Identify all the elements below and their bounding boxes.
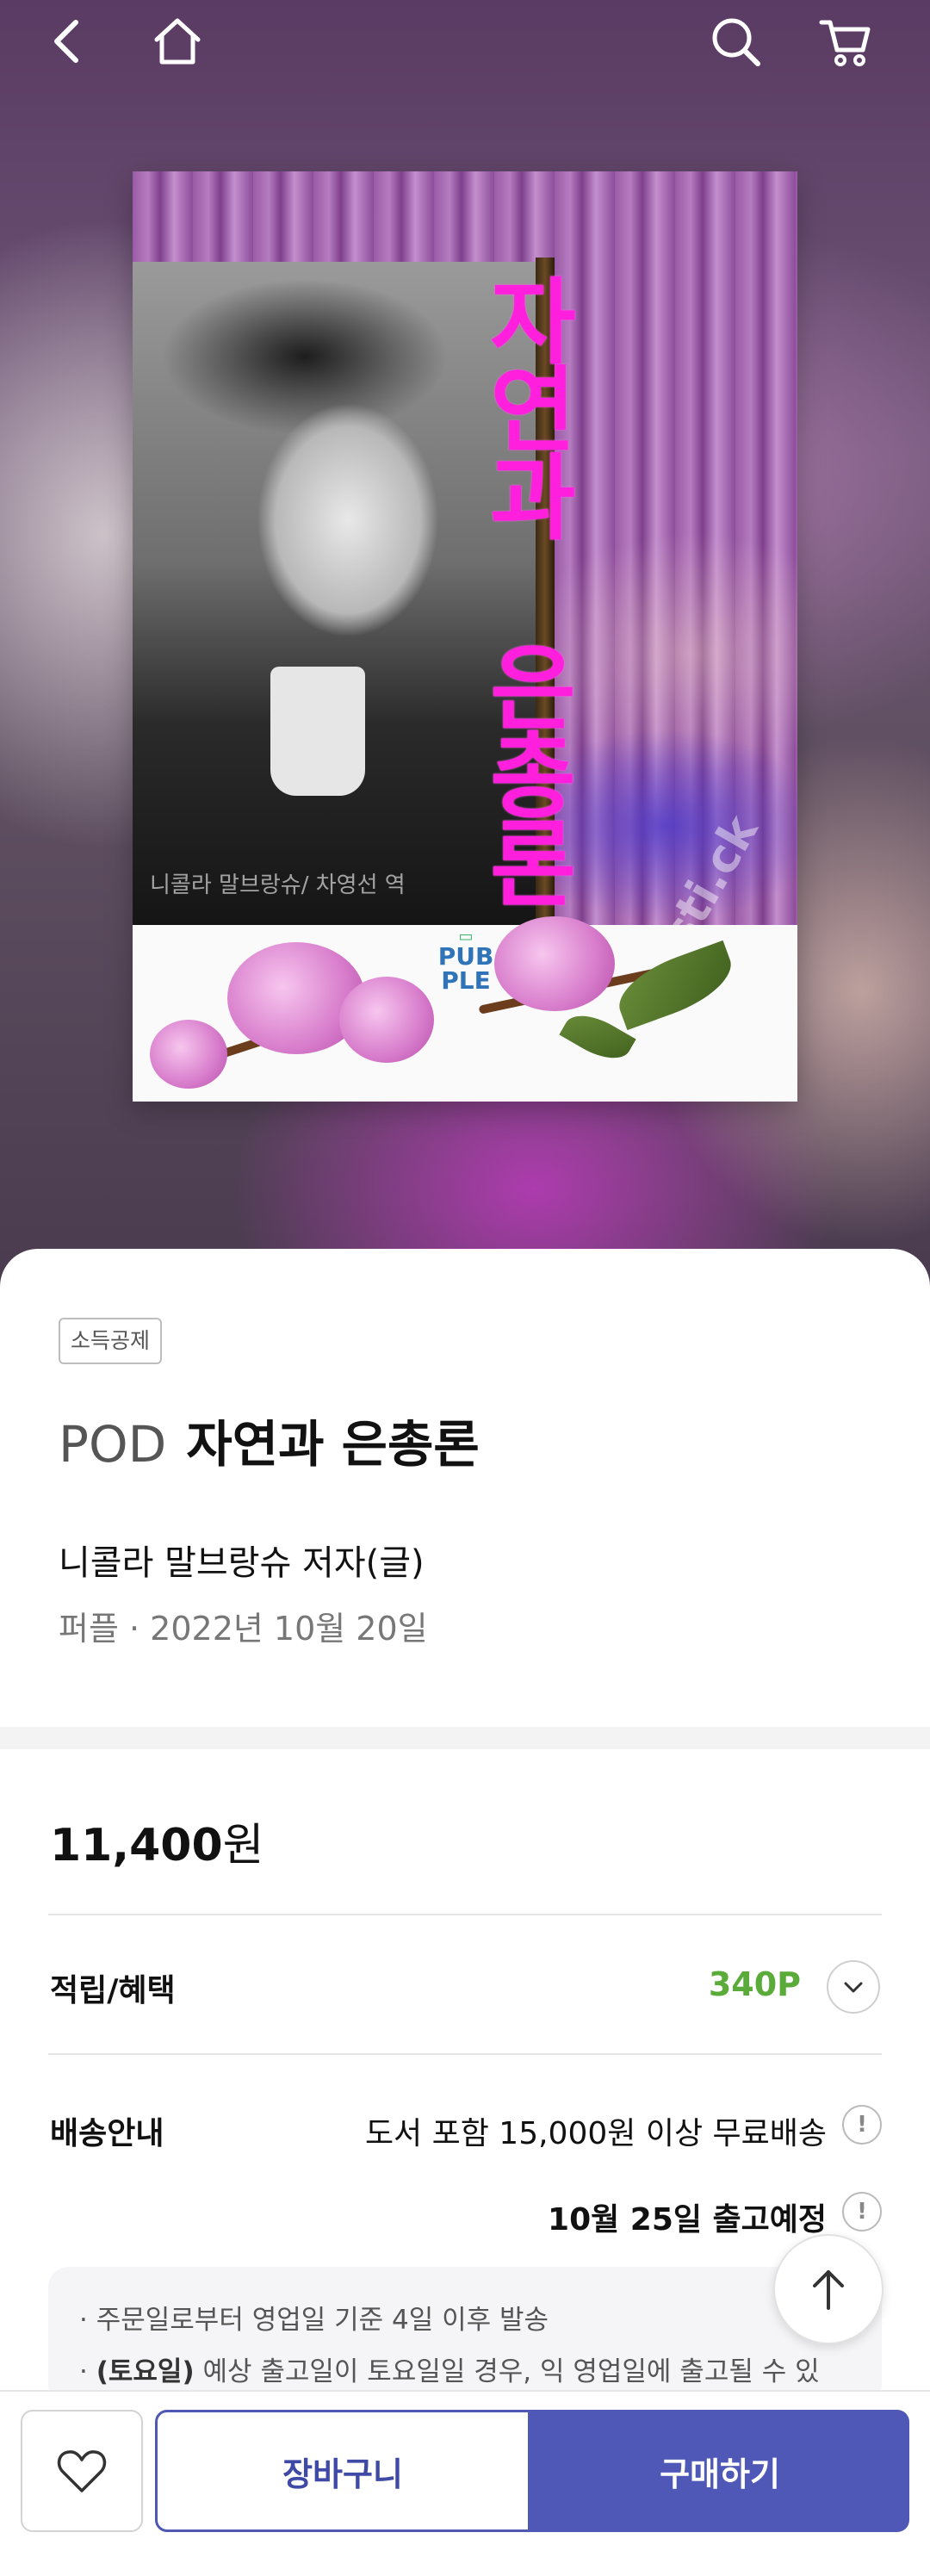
price: 11,400원 [50,1809,264,1873]
add-to-cart-button[interactable]: 장바구니 [155,2410,530,2532]
shipping-label: 배송안내 [50,2116,164,2151]
cart-icon [819,20,871,66]
points-value: 340P [708,1965,801,2003]
scroll-to-top-button[interactable] [773,2234,884,2344]
search-icon [712,18,760,66]
cover-author-line: 니콜라 말브랑슈/ 차영선 역 [150,872,406,898]
title-prefix: POD [59,1415,167,1474]
release-info-icon[interactable]: ! [842,2192,882,2231]
home-button[interactable] [136,0,219,83]
benefit-expand-button[interactable] [827,1960,880,2014]
divider [48,2053,882,2055]
tax-deduction-badge: 소득공제 [59,1318,163,1364]
chevron-down-icon [844,1982,863,1993]
arrow-up-icon [813,2270,844,2310]
cart-button[interactable] [804,0,887,83]
free-shipping-text: 도서 포함 15,000원 이상 무료배송 [364,2116,827,2151]
price-number: 11,400 [50,1820,223,1871]
product-title: POD 자연과 은총론 [59,1404,480,1476]
back-button[interactable] [26,0,108,83]
chevron-left-icon [54,20,78,63]
cover-title: 자연과 은총론 [471,273,579,903]
notice-line: · 주문일로부터 영업일 기준 4일 이후 발송 [79,2305,549,2336]
publisher-date: 퍼플 · 2022년 10월 20일 [59,1610,428,1648]
home-icon [154,18,201,65]
search-button[interactable] [694,0,777,83]
author-link[interactable]: 니콜라 말브랑슈 저자(글) [59,1535,425,1585]
heart-icon [57,2450,107,2492]
section-divider [0,1727,930,1749]
price-unit: 원 [222,1820,264,1871]
book-cover-image[interactable]: 자연과 은총론 니콜라 말브랑슈/ 차영선 역 ersti.ck ▭ PUB P… [133,171,797,1102]
notice-line: · (토요일) 예상 출고일이 토요일일 경우, 익 영업일에 출고될 수 있 [79,2356,820,2387]
wishlist-button[interactable] [21,2410,143,2532]
divider [48,1914,882,1915]
release-date-text: 10월 25일 출고예정 [548,2202,827,2238]
publisher-logo: ▭ PUB PLE [437,928,494,995]
buy-now-button[interactable]: 구매하기 [530,2410,909,2532]
benefit-label: 적립/혜택 [50,1973,176,2008]
shipping-notice-box: · 주문일로부터 영업일 기준 4일 이후 발송 · (토요일) 예상 출고일이… [48,2267,882,2405]
title-main: 자연과 은총론 [186,1415,480,1474]
shipping-info-icon[interactable]: ! [842,2105,882,2145]
